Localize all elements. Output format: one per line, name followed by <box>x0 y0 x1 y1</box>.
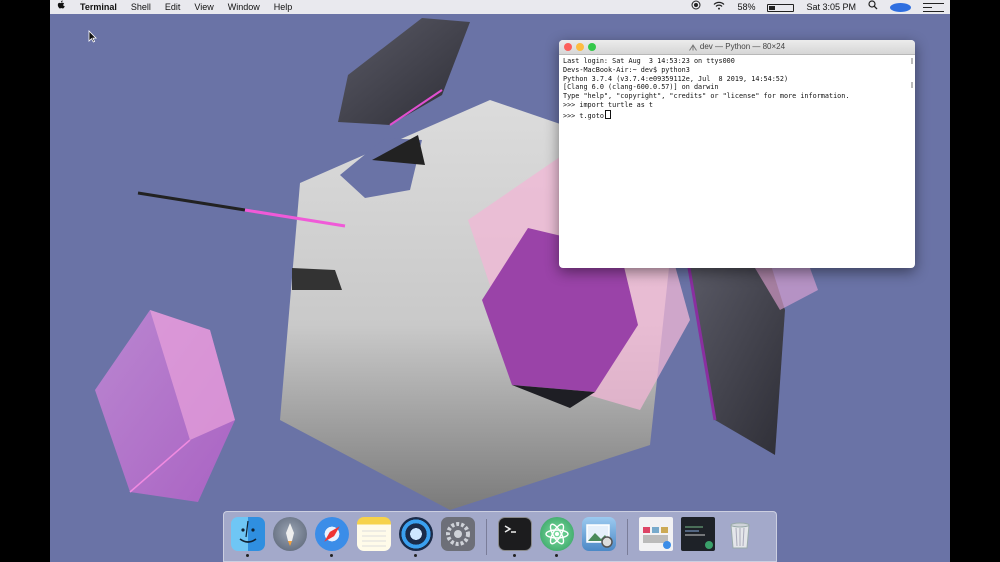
minimized-window-icon <box>639 516 673 551</box>
mouse-cursor-icon <box>88 30 97 43</box>
wifi-icon[interactable] <box>707 0 731 14</box>
terminal-line: Type "help", "copyright", "credits" or "… <box>563 92 850 101</box>
quicktime-icon <box>399 516 433 551</box>
dock-item-notes[interactable] <box>356 516 392 557</box>
dock-item-atom[interactable] <box>539 516 575 557</box>
menu-clock[interactable]: Sat 3:05 PM <box>800 0 862 14</box>
menu-help[interactable]: Help <box>267 0 300 14</box>
terminal-line: [Clang 6.0 (clang-600.0.57)] on darwin <box>563 83 719 92</box>
menu-window[interactable]: Window <box>221 0 267 14</box>
terminal-line: Devs-MacBook-Air:~ dev$ python3 <box>563 65 690 74</box>
dock-item-minimized-window-2[interactable] <box>680 516 716 557</box>
search-icon[interactable] <box>862 0 884 14</box>
running-indicator <box>414 553 417 557</box>
running-indicator <box>555 553 558 557</box>
menu-bar: Terminal Shell Edit View Window Help 58%… <box>50 0 950 14</box>
terminal-icon <box>498 516 532 551</box>
menu-edit[interactable]: Edit <box>158 0 188 14</box>
wallpaper-shape <box>338 18 470 125</box>
dock-item-system-preferences[interactable] <box>440 516 476 557</box>
terminal-line: >>> import turtle as t <box>563 100 654 109</box>
terminal-input[interactable]: >>> t.goto <box>563 112 604 120</box>
terminal-line: Last login: Sat Aug 3 14:53:23 on ttys00… <box>563 57 735 65</box>
trash-icon <box>723 517 757 551</box>
terminal-titlebar[interactable]: dev — Python — 80×24 <box>559 40 915 55</box>
screen-record-icon[interactable] <box>685 0 707 14</box>
safari-icon <box>315 516 349 551</box>
battery-percent[interactable]: 58% <box>731 0 761 14</box>
terminal-line: Python 3.7.4 (v3.7.4:e09359112e, Jul 8 2… <box>563 74 789 83</box>
dock-separator <box>627 518 628 555</box>
wallpaper-shape <box>292 268 342 290</box>
minimized-window-icon <box>681 516 715 551</box>
dock <box>223 511 777 562</box>
close-button[interactable] <box>564 43 572 51</box>
siri-icon[interactable] <box>884 0 917 14</box>
dock-item-quicktime[interactable] <box>398 516 434 557</box>
dock-separator <box>486 518 487 555</box>
scrollbar[interactable] <box>911 58 913 98</box>
terminal-title: dev — Python — 80×24 <box>699 42 786 51</box>
menu-view[interactable]: View <box>187 0 220 14</box>
notes-icon <box>357 516 391 551</box>
dock-item-launchpad[interactable] <box>272 516 308 557</box>
preview-icon <box>582 516 616 551</box>
text-cursor <box>604 109 611 119</box>
running-indicator <box>513 553 516 557</box>
atom-icon <box>540 516 574 551</box>
launchpad-icon <box>273 516 307 551</box>
dock-item-preview[interactable] <box>581 516 617 557</box>
minimize-button[interactable] <box>576 43 584 51</box>
zoom-button[interactable] <box>588 43 596 51</box>
notification-center-icon[interactable] <box>917 0 950 14</box>
dock-item-finder[interactable] <box>230 516 266 557</box>
dock-item-terminal[interactable] <box>497 516 533 557</box>
running-indicator <box>246 553 249 557</box>
dock-item-safari[interactable] <box>314 516 350 557</box>
dock-item-minimized-window-1[interactable] <box>638 516 674 557</box>
apple-logo-icon[interactable] <box>50 0 73 14</box>
desktop: Terminal Shell Edit View Window Help 58%… <box>50 0 950 562</box>
terminal-prompt-line[interactable]: >>> t.goto <box>563 109 911 121</box>
terminal-window[interactable]: dev — Python — 80×24 Last login: Sat Aug… <box>559 40 915 268</box>
finder-icon <box>231 516 265 551</box>
menu-app-name[interactable]: Terminal <box>73 0 124 14</box>
folder-icon <box>688 43 697 51</box>
battery-icon[interactable] <box>761 0 800 14</box>
terminal-content[interactable]: Last login: Sat Aug 3 14:53:23 on ttys00… <box>559 55 915 123</box>
dock-item-trash[interactable] <box>722 517 758 557</box>
system-preferences-icon <box>441 516 475 551</box>
menu-shell[interactable]: Shell <box>124 0 158 14</box>
running-indicator <box>330 553 333 557</box>
